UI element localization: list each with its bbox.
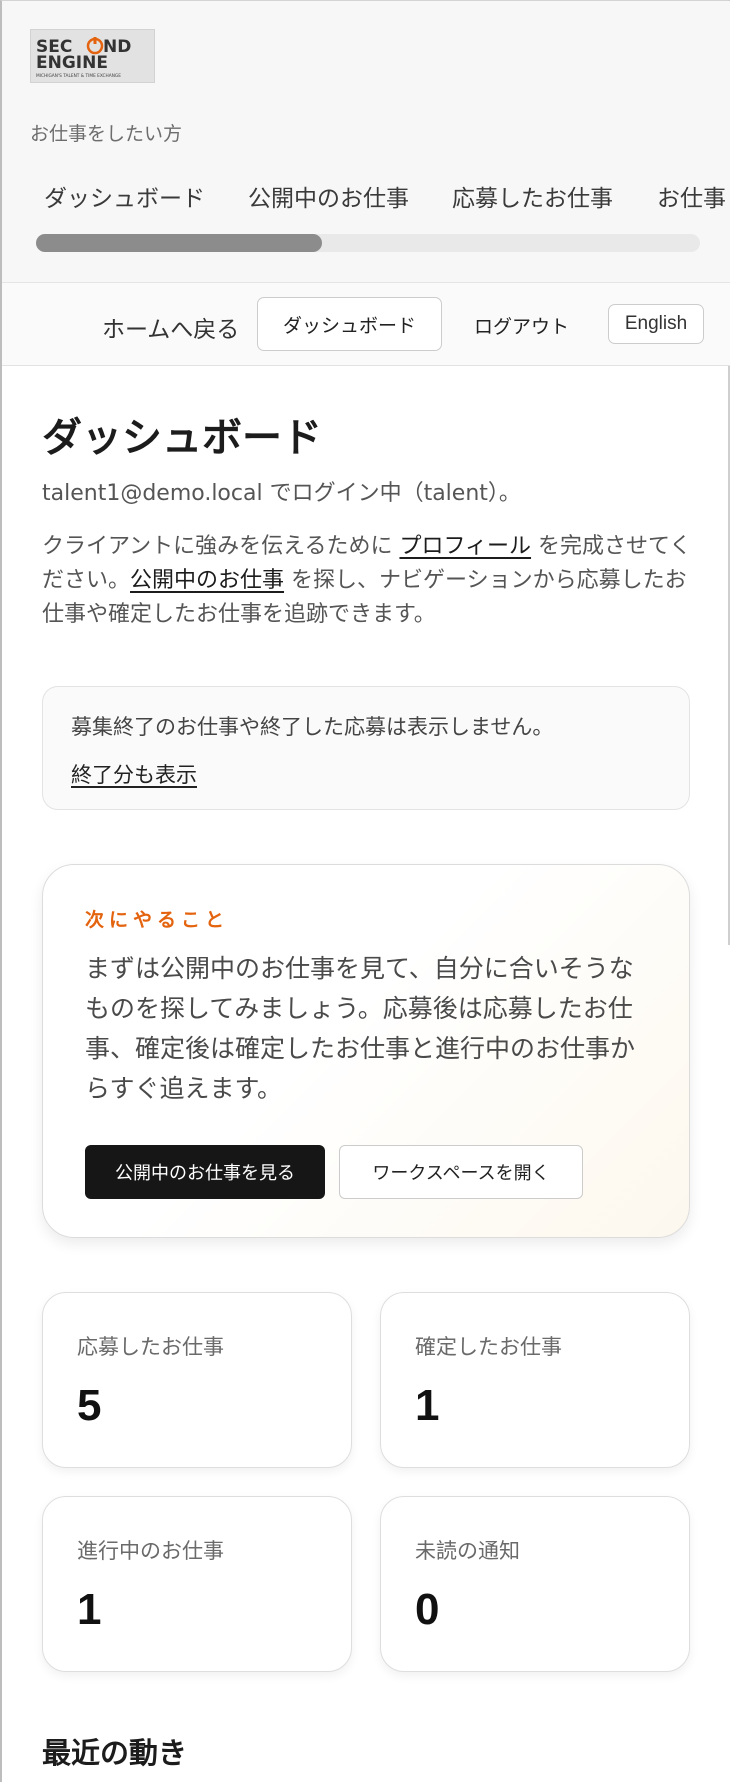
open-jobs-link[interactable]: 公開中のお仕事 <box>130 568 284 593</box>
logo-graphic: SEC ND ENGINE MICHIGAN'S TALENT & TIME E… <box>36 37 131 79</box>
account-nav: ホームへ戻る ダッシュボード ログアウト English <box>2 283 730 366</box>
stat-value: 1 <box>415 1381 440 1430</box>
intro-text-1: クライアントに強みを伝えるために <box>42 534 400 559</box>
tab-dashboard[interactable]: ダッシュボード <box>44 179 205 213</box>
view-open-jobs-button[interactable]: 公開中のお仕事を見る <box>85 1145 325 1199</box>
audience-label: お仕事をしたい方 <box>30 123 183 145</box>
profile-link[interactable]: プロフィール <box>399 534 531 559</box>
recent-activity-title: 最近の動き <box>42 1736 188 1770</box>
show-finished-link[interactable]: 終了分も表示 <box>71 759 197 789</box>
tab-applied-jobs[interactable]: 応募したお仕事 <box>452 179 613 213</box>
svg-text:ENGINE: ENGINE <box>36 53 108 73</box>
logout-link[interactable]: ログアウト <box>474 312 569 339</box>
dashboard-button[interactable]: ダッシュボード <box>257 297 442 351</box>
filter-notice: 募集終了のお仕事や終了した応募は表示しません。 終了分も表示 <box>42 686 690 810</box>
stat-value: 5 <box>77 1381 102 1430</box>
stat-card-in-progress[interactable]: 進行中のお仕事 1 <box>42 1496 352 1672</box>
tab-open-jobs[interactable]: 公開中のお仕事 <box>248 179 409 213</box>
stat-label: 確定したお仕事 <box>415 1335 562 1359</box>
tabs-scrollbar[interactable] <box>36 234 700 252</box>
site-header: SEC ND ENGINE MICHIGAN'S TALENT & TIME E… <box>2 1 730 283</box>
login-status: talent1@demo.local でログイン中（talent）。 <box>42 481 521 506</box>
stat-value: 1 <box>77 1585 102 1634</box>
stat-card-unread[interactable]: 未読の通知 0 <box>380 1496 690 1672</box>
stat-value: 0 <box>415 1585 440 1634</box>
logo-tagline: MICHIGAN'S TALENT & TIME EXCHANGE <box>36 73 121 79</box>
language-button[interactable]: English <box>608 304 704 344</box>
next-steps-body: まずは公開中のお仕事を見て、自分に合いそうなものを探してみましょう。応募後は応募… <box>85 954 636 1103</box>
section-tabs: ダッシュボード 公開中のお仕事 応募したお仕事 お仕事 <box>2 179 730 223</box>
page-title: ダッシュボード <box>42 415 322 461</box>
next-steps-eyebrow: 次にやること <box>85 909 230 931</box>
stat-card-applied[interactable]: 応募したお仕事 5 <box>42 1292 352 1468</box>
home-link[interactable]: ホームへ戻る <box>102 310 239 344</box>
stat-label: 応募したお仕事 <box>77 1335 224 1359</box>
open-workspace-button[interactable]: ワークスペースを開く <box>339 1145 583 1199</box>
site-logo[interactable]: SEC ND ENGINE MICHIGAN'S TALENT & TIME E… <box>30 29 155 83</box>
tab-more-jobs[interactable]: お仕事 <box>657 179 726 213</box>
stat-label: 未読の通知 <box>415 1539 520 1563</box>
intro-text: クライアントに強みを伝えるために プロフィール を完成させてください。公開中のお… <box>42 530 692 632</box>
stat-label: 進行中のお仕事 <box>77 1539 224 1563</box>
stat-card-confirmed[interactable]: 確定したお仕事 1 <box>380 1292 690 1468</box>
tabs-scrollbar-thumb[interactable] <box>36 234 322 252</box>
next-steps-card: 次にやること まずは公開中のお仕事を見て、自分に合いそうなものを探してみましょう… <box>42 864 690 1238</box>
filter-notice-text: 募集終了のお仕事や終了した応募は表示しません。 <box>71 715 554 739</box>
